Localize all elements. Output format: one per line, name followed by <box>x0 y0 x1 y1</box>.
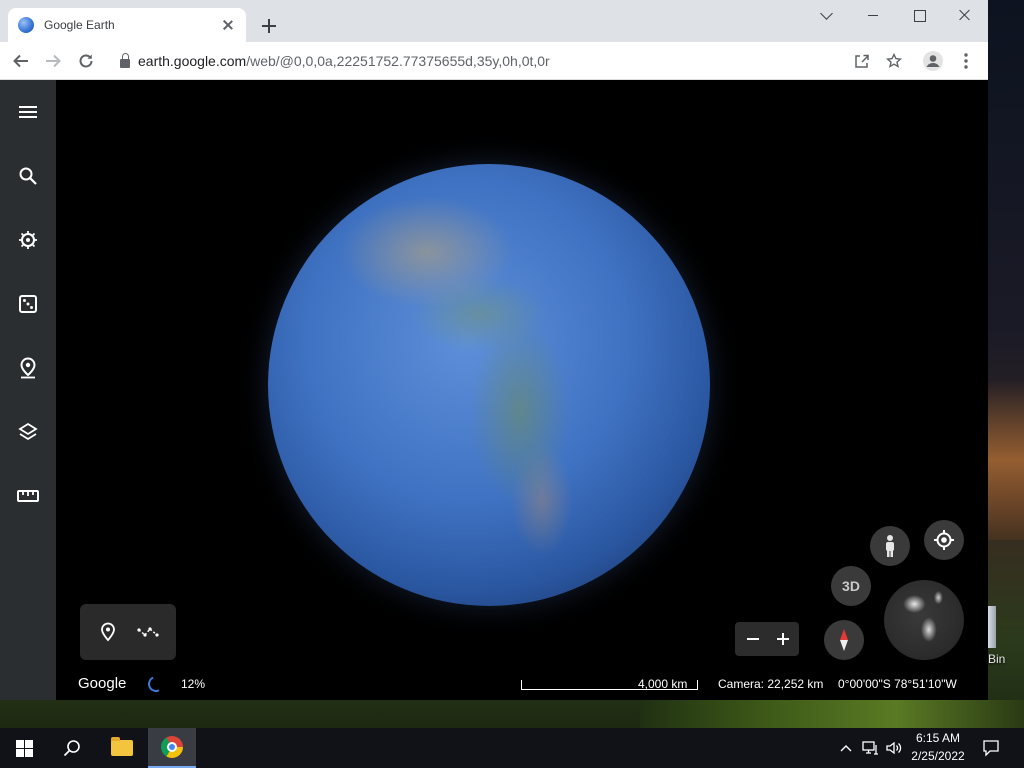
compass-needle-icon <box>840 629 848 651</box>
reload-button[interactable] <box>73 48 99 74</box>
scale-label[interactable]: 4,000 km <box>638 677 687 691</box>
my-location-button[interactable] <box>924 520 964 560</box>
volume-button[interactable] <box>884 738 904 758</box>
earth-globe-view[interactable] <box>268 164 710 606</box>
sidebar-item-measure[interactable] <box>12 480 44 512</box>
wallpaper-grass <box>640 700 1024 728</box>
zoom-controls <box>735 622 799 656</box>
close-tab-icon[interactable] <box>220 17 236 33</box>
sidebar-item-feeling-lucky[interactable] <box>12 288 44 320</box>
google-earth-app: 3D Google 12% 4,000 km Camera: 22,252 km… <box>0 80 988 700</box>
voyager-icon <box>19 231 37 249</box>
tab-strip: Google Earth <box>0 0 988 42</box>
action-center-button[interactable] <box>981 738 1001 758</box>
maximize-button[interactable] <box>896 0 942 32</box>
profile-button[interactable] <box>920 48 946 74</box>
path-line-icon <box>137 627 159 637</box>
recycle-bin-label[interactable]: Bin <box>988 652 1005 666</box>
clock-date[interactable]: 2/25/2022 <box>908 749 968 763</box>
tab-search-chevron-icon[interactable] <box>804 0 850 32</box>
network-icon <box>862 741 878 755</box>
windows-logo-icon <box>15 739 33 757</box>
sidebar-item-menu[interactable] <box>12 96 44 128</box>
url-path: /web/@0,0,0a,22251752.77375655d,35y,0h,0… <box>246 53 550 69</box>
taskbar-search-button[interactable] <box>48 728 96 768</box>
google-earth-favicon-icon <box>18 17 34 33</box>
url-host: earth.google.com <box>138 53 247 69</box>
browser-menu-button[interactable] <box>953 48 979 74</box>
close-window-button[interactable] <box>942 0 988 32</box>
reload-icon <box>79 54 93 68</box>
search-icon <box>63 740 80 757</box>
folder-icon <box>111 737 133 756</box>
start-button[interactable] <box>0 728 48 768</box>
coordinates[interactable]: 0°00'00"S 78°51'10"W <box>838 677 957 691</box>
new-tab-button[interactable] <box>258 15 280 37</box>
loading-spinner-icon <box>145 673 167 695</box>
chrome-icon <box>161 736 183 758</box>
address-bar[interactable]: earth.google.com/web/@0,0,0a,22251752.77… <box>114 47 814 75</box>
star-icon <box>886 53 902 68</box>
speaker-icon <box>886 741 902 755</box>
placemark-pin-icon <box>101 622 115 642</box>
sidebar-item-map-style[interactable] <box>12 416 44 448</box>
plus-icon <box>777 633 789 645</box>
menu-icon <box>19 106 37 118</box>
network-button[interactable] <box>861 738 881 758</box>
clock-time[interactable]: 6:15 AM <box>908 731 968 745</box>
avatar-icon <box>923 51 943 71</box>
map-style-layers-icon <box>18 422 38 441</box>
lock-icon[interactable] <box>120 52 130 68</box>
mini-map-globe[interactable] <box>884 580 964 660</box>
minimize-button[interactable] <box>850 0 896 32</box>
loading-percent: 12% <box>181 677 206 691</box>
file-explorer-button[interactable] <box>98 728 146 768</box>
earth-sidebar <box>0 80 56 700</box>
tab-google-earth[interactable]: Google Earth <box>8 8 246 42</box>
back-button[interactable] <box>8 48 34 74</box>
feeling-lucky-dice-icon <box>19 295 37 313</box>
recycle-bin-icon[interactable] <box>988 606 996 648</box>
browser-window: Google Earth earth.google.com/web/@0,0,0… <box>0 0 988 700</box>
measure-ruler-icon <box>17 490 39 502</box>
placemark-tools-panel <box>80 604 176 660</box>
search-icon <box>19 167 37 185</box>
compass-button[interactable] <box>824 620 864 660</box>
zoom-in-button[interactable] <box>771 626 795 652</box>
add-placemark-button[interactable] <box>96 620 120 644</box>
forward-button[interactable] <box>40 48 66 74</box>
wallpaper-glow <box>988 380 1024 540</box>
draw-path-button[interactable] <box>136 620 160 644</box>
target-location-icon <box>934 530 954 550</box>
pegman-icon <box>886 535 894 557</box>
notification-icon <box>983 740 999 757</box>
chrome-taskbar-button[interactable] <box>148 728 196 768</box>
minus-icon <box>747 638 759 640</box>
zoom-out-button[interactable] <box>741 626 765 652</box>
back-arrow-icon <box>13 54 28 68</box>
toggle-3d-button[interactable]: 3D <box>831 566 871 606</box>
kebab-menu-icon <box>964 53 968 69</box>
bookmark-button[interactable] <box>881 48 907 74</box>
sidebar-item-voyager[interactable] <box>12 224 44 256</box>
tab-title: Google Earth <box>44 18 115 32</box>
chevron-up-icon <box>840 745 852 752</box>
google-logo: Google <box>78 675 127 692</box>
pegman-button[interactable] <box>870 526 910 566</box>
share-icon <box>855 54 869 68</box>
windows-taskbar: 6:15 AM 2/25/2022 <box>0 728 1024 768</box>
url-text: earth.google.com/web/@0,0,0a,22251752.77… <box>138 53 550 69</box>
sidebar-item-projects[interactable] <box>12 352 44 384</box>
camera-altitude: Camera: 22,252 km <box>718 677 824 691</box>
sidebar-item-search[interactable] <box>12 160 44 192</box>
share-button[interactable] <box>849 48 875 74</box>
projects-pin-icon <box>20 357 36 379</box>
browser-toolbar: earth.google.com/web/@0,0,0a,22251752.77… <box>0 42 988 80</box>
forward-arrow-icon <box>46 54 61 68</box>
show-hidden-icons-button[interactable] <box>836 738 856 758</box>
